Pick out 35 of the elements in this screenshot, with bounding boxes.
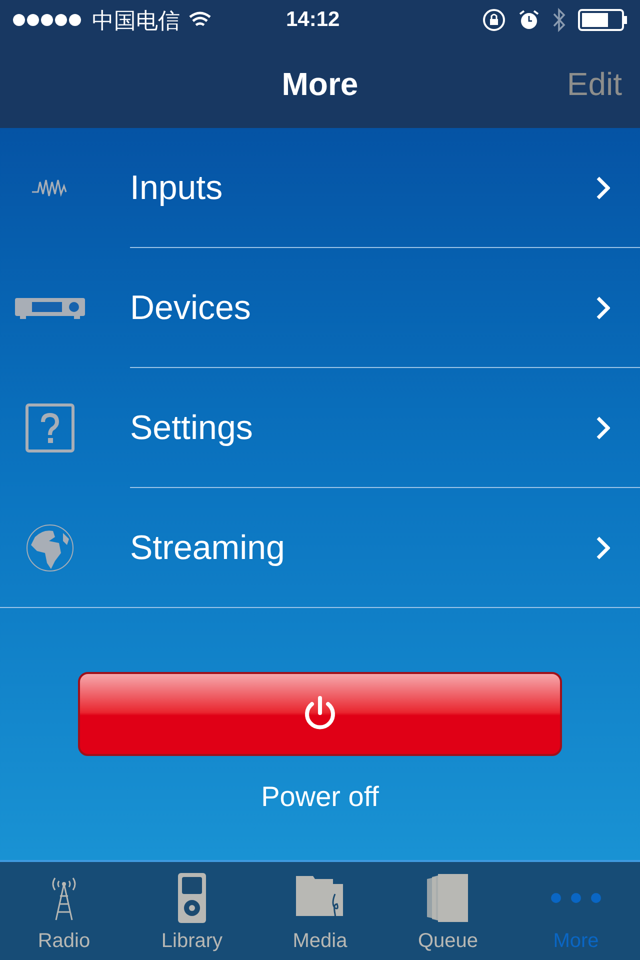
chevron-icon [596,176,610,200]
alarm-icon [518,9,540,31]
menu-label: Inputs [130,168,224,208]
power-label: Power off [261,780,379,814]
wifi-icon [188,11,212,29]
power-button[interactable] [78,672,562,756]
music-player-icon [177,872,207,924]
menu-label: Streaming [130,528,286,568]
menu-row[interactable]: Devices [0,248,640,368]
bluetooth-icon [552,7,566,33]
tab-item[interactable]: Radio [0,862,128,960]
menu-row[interactable]: Inputs [0,128,640,248]
rotation-lock-icon [482,8,506,32]
tab-item[interactable]: Media [256,862,384,960]
tab-item[interactable]: Library [128,862,256,960]
more-dots-icon [550,892,602,904]
music-folder-icon [295,874,345,922]
globe-icon [25,523,75,573]
battery-icon [578,9,628,31]
menu-label: Settings [130,408,254,448]
tab-item[interactable]: Queue [384,862,512,960]
signal-icon [12,13,84,27]
menu-label: Devices [130,288,252,328]
chevron-icon [596,296,610,320]
menu-row[interactable]: Settings [0,368,640,488]
screen-title: More [282,65,358,104]
status-time: 14:12 [286,7,340,34]
question-box-icon [25,403,75,453]
receiver-icon [14,296,86,320]
chevron-icon [596,416,610,440]
menu-row[interactable]: Streaming [0,488,640,608]
edit-button[interactable]: Edit [566,60,622,108]
stacked-pages-icon [426,873,470,923]
chevron-icon [596,536,610,560]
carrier-name: 中国电信 [92,6,180,34]
